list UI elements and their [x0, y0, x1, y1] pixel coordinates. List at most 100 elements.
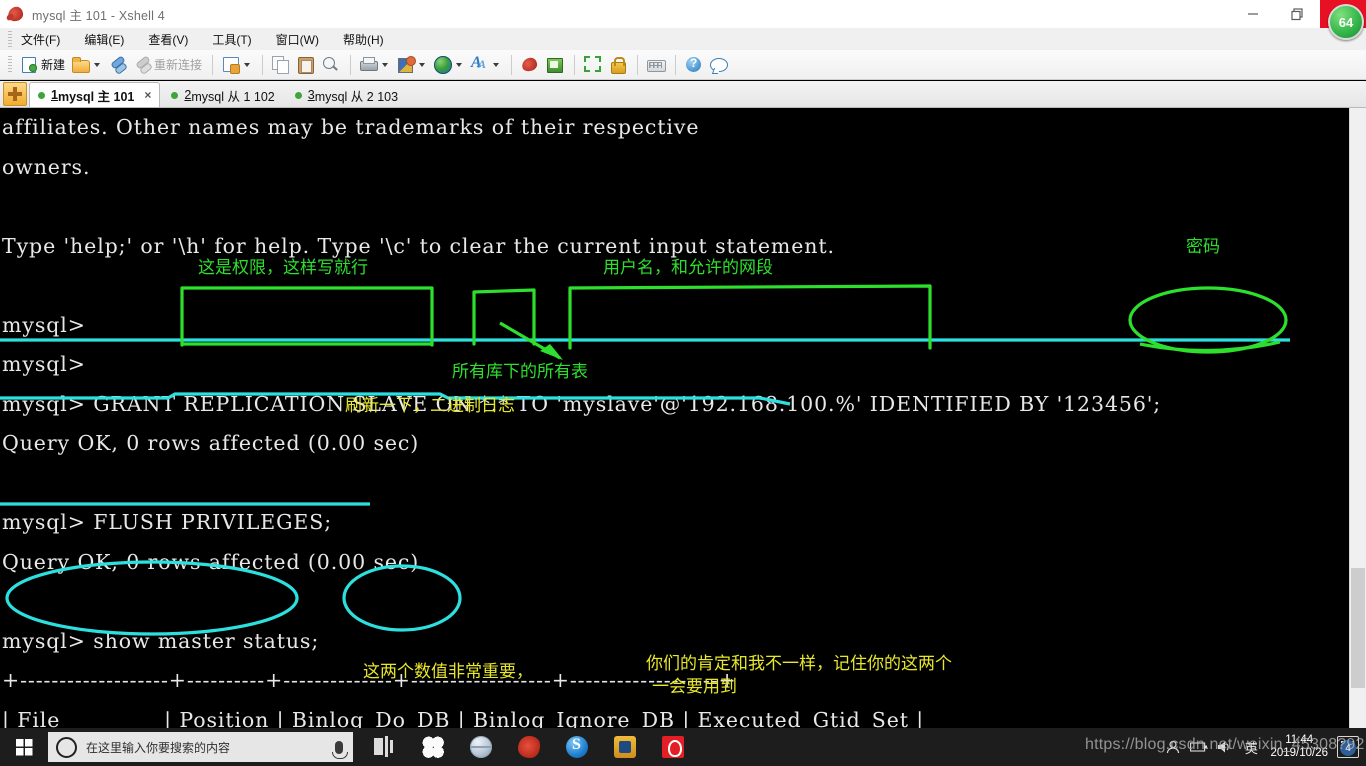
keyboard-icon [647, 56, 667, 74]
window-title: mysql 主 101 - Xshell 4 [32, 8, 165, 23]
mysql-icon [521, 56, 539, 74]
chevron-down-icon[interactable] [456, 62, 463, 67]
resize-window-button[interactable] [581, 53, 605, 77]
tool-bar: 新建 重新连接 [0, 50, 1366, 80]
terminal-line: owners. [2, 154, 91, 179]
title-bar: mysql 主 101 - Xshell 4 [0, 0, 1366, 29]
terminal-line: Query OK, 0 rows affected (0.00 sec) [2, 431, 420, 455]
color-scheme-icon [397, 55, 417, 74]
disconnect-plug-icon [134, 56, 152, 74]
connect-plug-icon [109, 56, 127, 74]
tab-mysql-master-101[interactable]: 1 mysql 主 101 × [29, 82, 161, 107]
toolbar-divider [511, 54, 513, 75]
connect-button[interactable] [106, 53, 130, 77]
font-button[interactable] [468, 53, 504, 77]
scrollbar-thumb[interactable] [1351, 568, 1365, 688]
app-fan-button[interactable] [409, 728, 457, 766]
close-icon[interactable]: × [144, 88, 151, 102]
encoding-button[interactable] [431, 53, 467, 77]
chat-button[interactable] [707, 53, 731, 77]
microphone-icon[interactable] [332, 740, 348, 759]
taskbar-search-box[interactable]: 在这里输入你要搜索的内容 [48, 732, 353, 762]
keyboard-button[interactable] [644, 53, 668, 77]
toolbar-divider [212, 54, 214, 75]
terminal-output: affiliates. Other names may be trademark… [0, 108, 1340, 728]
netease-music-icon [662, 736, 684, 758]
terminal-screen[interactable]: affiliates. Other names may be trademark… [0, 108, 1366, 728]
tab-mysql-slave2-103[interactable]: 3 mysql 从 2 103 [286, 82, 407, 107]
app-qq-button[interactable] [601, 728, 649, 766]
print-button[interactable] [357, 53, 393, 77]
lock-button[interactable] [606, 53, 630, 77]
color-scheme-button[interactable] [394, 53, 430, 77]
connection-status-dot [38, 91, 45, 99]
script-button[interactable] [219, 53, 255, 77]
script-icon [222, 56, 241, 74]
new-session-icon [21, 56, 39, 74]
print-icon [360, 56, 379, 74]
find-icon [322, 56, 340, 74]
resize-window-icon [584, 55, 602, 74]
minimize-button[interactable] [1230, 0, 1275, 28]
cortana-icon [56, 736, 77, 758]
xshell-window: mysql 主 101 - Xshell 4 文件(F) 编辑(E) 查看(V)… [0, 0, 1366, 766]
chevron-down-icon[interactable] [244, 62, 251, 67]
toolbar-drag-grip[interactable] [8, 55, 12, 74]
terminal-scrollbar[interactable] [1349, 108, 1366, 728]
tab-mysql-slave1-102[interactable]: 2 mysql 从 1 102 [162, 82, 283, 107]
help-button[interactable] [682, 53, 706, 77]
globe-app-icon [470, 736, 492, 758]
app-browser-button[interactable] [457, 728, 505, 766]
badge-64-icon[interactable]: 64 [1328, 4, 1364, 40]
mysql-tool-button[interactable] [518, 53, 542, 77]
transfer-button[interactable] [543, 53, 567, 77]
terminal-line: mysql> FLUSH PRIVILEGES; [2, 510, 333, 534]
tab-index: 2 [184, 88, 192, 102]
tab-index: 1 [51, 88, 58, 102]
app-sogou-button[interactable] [505, 728, 553, 766]
tab-label: mysql 从 2 103 [314, 89, 399, 104]
lock-icon [609, 56, 627, 74]
terminal-line: | File | Position | Binlog_Do_DB | Binlo… [2, 707, 925, 729]
chevron-down-icon[interactable] [382, 62, 389, 67]
toolbar-divider [574, 54, 576, 75]
app-sina-button[interactable] [553, 728, 601, 766]
open-session-button[interactable] [69, 53, 105, 77]
reconnect-button[interactable]: 重新连接 [131, 53, 205, 77]
tab-index: 3 [307, 88, 315, 102]
new-tab-button[interactable] [3, 82, 27, 106]
chevron-down-icon[interactable] [94, 62, 101, 67]
menu-drag-grip[interactable] [8, 31, 12, 47]
menu-edit[interactable]: 编辑(E) [81, 30, 127, 49]
terminal-line: mysql> GRANT REPLICATION SLAVE ON *.* TO… [2, 391, 1162, 416]
copy-icon [272, 55, 290, 74]
paste-button[interactable] [294, 53, 318, 77]
terminal-line: Query OK, 0 rows affected (0.00 sec) [2, 549, 420, 574]
find-button[interactable] [319, 53, 343, 77]
menu-tools[interactable]: 工具(T) [209, 30, 254, 49]
start-button[interactable] [0, 728, 48, 766]
menu-file[interactable]: 文件(F) [18, 30, 63, 49]
copy-button[interactable] [269, 53, 293, 77]
new-session-button[interactable]: 新建 [18, 53, 68, 77]
toolbar-divider [350, 54, 352, 75]
menu-view[interactable]: 查看(V) [145, 30, 191, 49]
toolbar-divider [637, 54, 639, 75]
reconnect-label: 重新连接 [154, 58, 203, 72]
watermark-text: https://blog.csdn.net/weixin_45308?92 [1085, 736, 1365, 753]
task-view-button[interactable] [361, 728, 409, 766]
connection-status-dot [171, 91, 179, 99]
chevron-down-icon[interactable] [493, 62, 500, 67]
search-placeholder: 在这里输入你要搜索的内容 [86, 740, 231, 755]
task-view-icon [374, 736, 396, 758]
menu-window[interactable]: 窗口(W) [273, 30, 322, 49]
maximize-button[interactable] [1275, 0, 1320, 28]
chevron-down-icon[interactable] [419, 62, 426, 67]
windows-logo-icon [15, 738, 33, 756]
menu-help[interactable]: 帮助(H) [340, 30, 387, 49]
app-music-button[interactable] [649, 728, 697, 766]
